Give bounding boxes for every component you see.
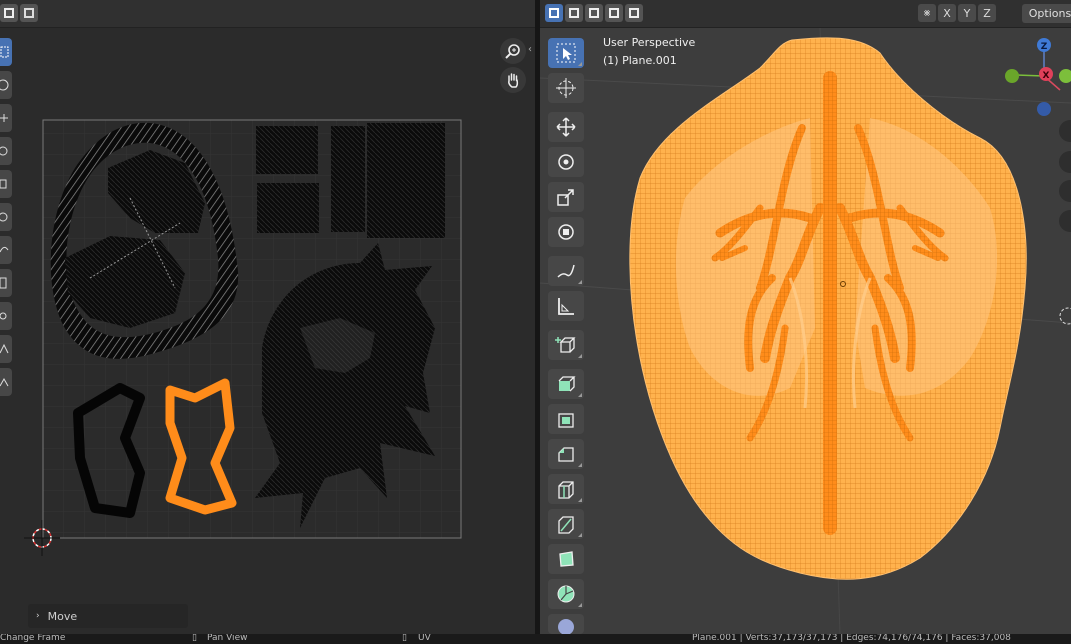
loop-cut-tool[interactable]	[548, 474, 584, 504]
status-left-action: Change Frame	[0, 634, 66, 643]
sidebar-toggle-icon[interactable]: ‹	[528, 44, 532, 55]
uv-island-rect-2	[257, 183, 319, 233]
uv-annotate-tool[interactable]	[0, 236, 12, 264]
status-stats: Plane.001 | Verts:37,173/37,173 | Edges:…	[692, 634, 1011, 643]
uv-move-tool[interactable]	[0, 104, 12, 132]
viewport-nav-column[interactable]	[1059, 120, 1071, 325]
select-box-tool[interactable]	[548, 38, 584, 68]
extrude-tool[interactable]	[548, 369, 584, 399]
uv-select-mode-group	[0, 4, 38, 22]
select-extend-mode-button[interactable]	[565, 4, 583, 22]
select-intersect-mode-button[interactable]	[625, 4, 643, 22]
uv-zoom-button[interactable]	[500, 38, 526, 64]
poly-build-icon	[559, 551, 574, 567]
uv-toolbar	[0, 38, 12, 396]
options-button[interactable]: Options	[1022, 4, 1071, 23]
viewport-select-mode-group	[545, 4, 643, 22]
move-arrows-icon	[556, 117, 576, 137]
operator-panel-label: Move	[47, 609, 78, 623]
ruler-icon	[558, 298, 574, 315]
hand-icon	[508, 73, 519, 88]
inset-icon	[558, 413, 574, 428]
smooth-tool[interactable]	[548, 614, 584, 634]
axis-y-button[interactable]: Y	[958, 4, 976, 22]
add-cube-tool[interactable]	[548, 330, 584, 360]
rotate-icon	[558, 154, 574, 170]
axis-x-button[interactable]: X	[938, 4, 956, 22]
uv-relax-tool[interactable]	[0, 335, 12, 363]
viewport-pane[interactable]: ⨳ X Y Z Options Z X User Perspective (1)…	[540, 0, 1071, 634]
measure-tool[interactable]	[548, 291, 584, 321]
axis-z-button[interactable]: Z	[978, 4, 996, 22]
poly-build-tool[interactable]	[548, 544, 584, 574]
add-cube-icon	[555, 337, 576, 353]
uv-scale-tool[interactable]	[0, 170, 12, 198]
select-subtract-mode-button[interactable]	[585, 4, 603, 22]
active-object-label: (1) Plane.001	[603, 54, 677, 67]
uv-transform-tool[interactable]	[0, 203, 12, 231]
mouse-middle-icon: ▯	[192, 634, 197, 643]
smooth-icon	[558, 619, 574, 634]
extrude-icon	[558, 376, 576, 392]
uv-grab-tool[interactable]	[0, 302, 12, 330]
spin-icon	[557, 585, 575, 603]
uv-rip-tool[interactable]	[0, 269, 12, 297]
inset-tool[interactable]	[548, 404, 584, 434]
uv-pan-button[interactable]	[500, 67, 526, 93]
operator-panel[interactable]: › Move	[28, 604, 188, 628]
svg-text:X: X	[1043, 71, 1050, 81]
cursor-tool[interactable]	[548, 73, 584, 103]
select-invert-mode-button[interactable]	[605, 4, 623, 22]
loop-cut-icon	[558, 481, 574, 499]
knife-icon	[558, 516, 574, 534]
mirror-icon[interactable]: ⨳	[918, 4, 936, 22]
mouse-right-icon: ▯	[402, 634, 407, 643]
uv-editor-pane[interactable]: ‹ › Move	[0, 0, 535, 634]
viewport-canvas[interactable]: Z X	[540, 28, 1071, 634]
navigation-gizmo[interactable]: Z X	[1005, 38, 1071, 116]
uv-pinch-tool[interactable]	[0, 368, 12, 396]
move-tool[interactable]	[548, 112, 584, 142]
chevron-right-icon: ›	[36, 611, 40, 621]
uv-canvas[interactable]	[0, 28, 535, 634]
transform-icon	[558, 224, 574, 240]
pencil-icon	[557, 264, 575, 278]
transform-tool[interactable]	[548, 217, 584, 247]
uv-rotate-tool[interactable]	[0, 137, 12, 165]
uv-edge-select-button[interactable]	[20, 4, 38, 22]
rotate-tool[interactable]	[548, 147, 584, 177]
select-box-mode-button[interactable]	[545, 4, 563, 22]
view-perspective-label: User Perspective	[603, 36, 696, 49]
viewport-header: ⨳ X Y Z Options	[540, 0, 1071, 28]
uv-editor-header	[0, 0, 535, 28]
cursor-arrow-icon	[556, 43, 576, 63]
uv-island-rect-3	[331, 126, 365, 232]
bevel-tool[interactable]	[548, 439, 584, 469]
bevel-icon	[558, 447, 574, 462]
uv-select-box-tool[interactable]	[0, 38, 12, 66]
zoom-icon	[505, 44, 520, 59]
spin-tool[interactable]	[548, 579, 584, 609]
scale-icon	[557, 189, 574, 206]
status-mid-action: Pan View	[207, 634, 248, 643]
scale-tool[interactable]	[548, 182, 584, 212]
3d-cursor-icon	[556, 78, 576, 98]
uv-island-rect-4	[367, 123, 445, 238]
svg-text:Z: Z	[1041, 42, 1048, 52]
uv-vertex-select-button[interactable]	[0, 4, 18, 22]
status-bar: Change Frame ▯ Pan View ▯ UV Plane.001 |…	[0, 634, 1071, 644]
viewport-toolbar	[548, 38, 584, 634]
mirror-axis-group: ⨳ X Y Z	[918, 4, 996, 22]
uv-island-rect-1	[256, 126, 318, 174]
uv-cursor-tool[interactable]	[0, 71, 12, 99]
status-context: UV	[418, 634, 431, 643]
knife-tool[interactable]	[548, 509, 584, 539]
annotate-tool[interactable]	[548, 256, 584, 286]
